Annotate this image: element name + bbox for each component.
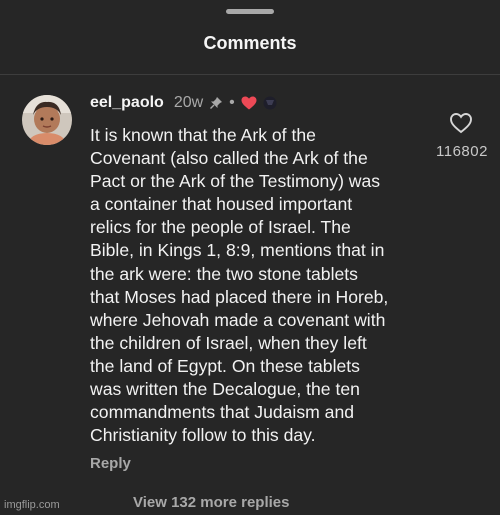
pin-icon	[209, 96, 223, 110]
drag-handle[interactable]	[226, 9, 274, 14]
watermark: imgflip.com	[4, 499, 60, 511]
comment-time: 20w	[173, 94, 204, 111]
like-count: 116802	[436, 143, 488, 160]
comment-meta: eel_paolo 20w •	[90, 92, 277, 114]
sheet-title: Comments	[203, 33, 297, 53]
heart-icon	[241, 96, 257, 110]
meta-separator: •	[229, 94, 235, 111]
heart-outline-icon[interactable]	[449, 112, 473, 134]
avatar[interactable]	[22, 95, 72, 145]
header-divider	[0, 74, 500, 75]
comment-text: It is known that the Ark of the Covenant…	[90, 125, 389, 446]
view-more-replies-button[interactable]: View 132 more replies	[133, 494, 289, 511]
username-link[interactable]: eel_paolo	[90, 94, 164, 112]
creator-avatar-icon	[263, 96, 277, 110]
reply-button[interactable]: Reply	[90, 455, 131, 472]
